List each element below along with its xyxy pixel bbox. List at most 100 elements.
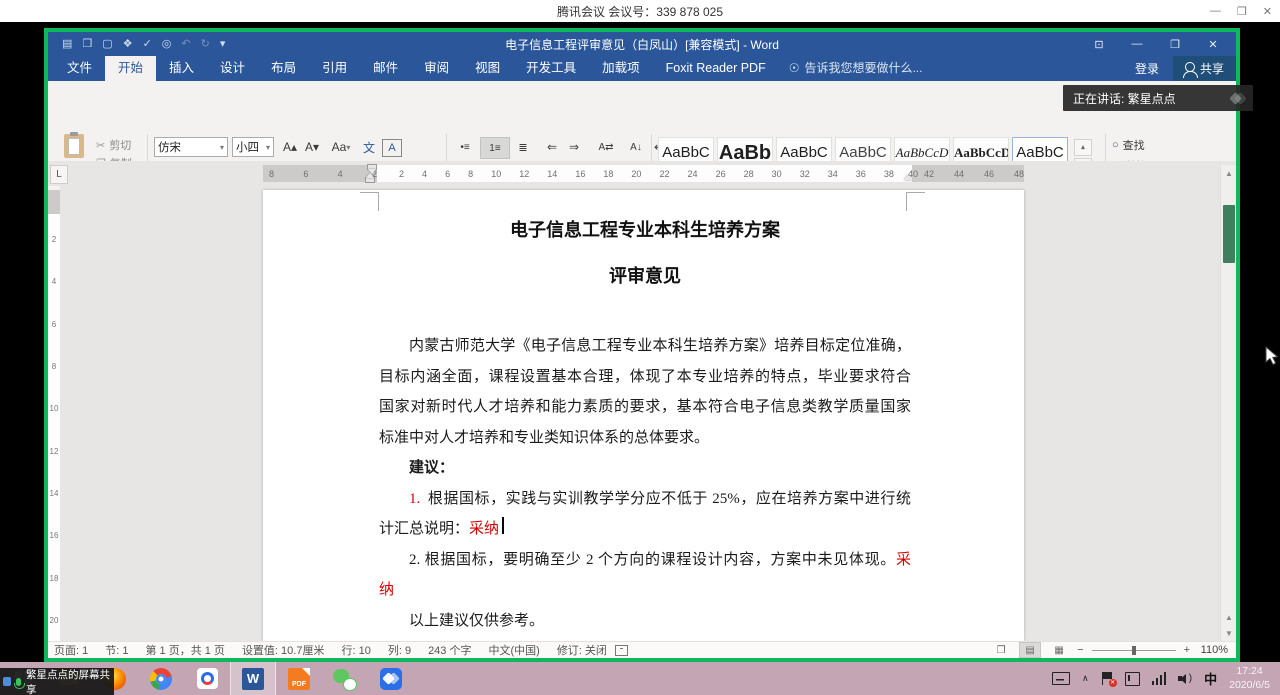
vertical-ruler-margin xyxy=(48,190,60,214)
number-list-icon[interactable]: 1≡ xyxy=(480,137,510,159)
zoom-out-icon[interactable]: − xyxy=(1077,644,1083,656)
doc-body[interactable]: 内蒙古师范大学《电子信息工程专业本科生培养方案》培养目标定位准确， 目标内涵全面… xyxy=(379,331,911,636)
word-titlebar: ▤ ❒ ▢ ❖ ✓ ◎ ↶ ↻ ▾ 电子信息工程评审意见（白凤山）[兼容模式] … xyxy=(48,32,1236,56)
asian-layout-icon[interactable]: A⇄ xyxy=(592,137,620,157)
customize-qat-icon[interactable]: ▾ xyxy=(220,32,226,56)
taskbar-app-wechat[interactable] xyxy=(322,662,368,695)
alert-badge: ✕ xyxy=(1109,679,1117,687)
ribbon-tab[interactable]: 开始 xyxy=(105,56,156,81)
right-indent-marker[interactable] xyxy=(904,175,912,180)
undo-icon[interactable]: ↶ xyxy=(181,32,190,56)
shrink-font-button[interactable]: A▾ xyxy=(302,137,322,157)
character-border-button[interactable]: A xyxy=(382,139,402,157)
zoom-level[interactable]: 110% xyxy=(1198,644,1228,656)
status-item[interactable]: 修订: 关闭 xyxy=(557,642,607,658)
maximize-icon[interactable]: ❐ xyxy=(1237,5,1247,18)
find-label: 查找 xyxy=(1123,137,1145,153)
print-layout-icon[interactable]: ▤ xyxy=(1019,642,1041,658)
ribbon-tab[interactable]: 引用 xyxy=(309,56,360,81)
ribbon-tab[interactable]: Foxit Reader PDF xyxy=(653,56,779,81)
ribbon-tab[interactable]: 邮件 xyxy=(360,56,411,81)
redo-icon[interactable]: ↻ xyxy=(201,32,210,56)
find-button[interactable]: ○ 查找 xyxy=(1112,137,1145,153)
prev-page-icon[interactable]: ▲ xyxy=(1221,609,1237,625)
tencent-meeting-logo-icon xyxy=(1231,94,1245,103)
zoom-slider-thumb[interactable] xyxy=(1132,646,1136,655)
multilevel-list-icon[interactable]: ≣ xyxy=(512,137,534,157)
tray-clock[interactable]: 17:24 2020/6/5 xyxy=(1229,665,1270,692)
status-item[interactable]: 中文(中国) xyxy=(488,642,539,658)
status-item[interactable]: 第 1 页，共 1 页 xyxy=(145,642,224,658)
web-layout-icon[interactable]: ▦ xyxy=(1049,643,1069,657)
ribbon-tab[interactable]: 设计 xyxy=(207,56,258,81)
taskbar-app-tencent-meeting[interactable] xyxy=(368,662,414,695)
minimize-icon[interactable]: — xyxy=(1210,5,1221,17)
doc-line: 国家对新时代人才培养和能力素质的要求，基本符合电子信息类教学质量国家 xyxy=(379,392,911,423)
tab-selector[interactable]: L xyxy=(50,165,68,184)
speaker-icon[interactable]: ) xyxy=(1178,673,1192,685)
spelling-icon[interactable]: ✓ xyxy=(143,32,152,56)
zoom-in-icon[interactable]: + xyxy=(1184,644,1190,656)
bullet-list-icon[interactable]: •≡ xyxy=(454,137,476,157)
zoom-slider[interactable] xyxy=(1092,650,1176,651)
status-item[interactable]: 243 个字 xyxy=(428,642,471,658)
touch-mode-icon[interactable]: ❖ xyxy=(123,32,133,56)
change-case-button[interactable]: Aa▾ xyxy=(328,137,354,157)
taskbar-app-baidu-netdisk[interactable] xyxy=(184,662,230,695)
sign-in-button[interactable]: 登录 xyxy=(1135,60,1159,77)
ribbon-tab[interactable]: 文件 xyxy=(54,56,105,81)
ribbon-tab[interactable]: 开发工具 xyxy=(513,56,589,81)
scroll-up-icon[interactable]: ▲ xyxy=(1221,165,1237,181)
ribbon-tab[interactable]: 视图 xyxy=(462,56,513,81)
cut-button[interactable]: ✂ 剪切 xyxy=(96,137,131,153)
grow-font-button[interactable]: A▴ xyxy=(280,137,300,157)
taskbar-app-foxit-pdf[interactable]: PDF xyxy=(276,662,322,695)
decrease-indent-icon[interactable]: ⇐ xyxy=(542,137,562,157)
network-signal-icon[interactable] xyxy=(1152,672,1167,685)
horizontal-ruler[interactable]: 8642 2468101214161820222426283032343638 … xyxy=(263,165,1024,182)
phonetic-guide-button[interactable]: 文 xyxy=(360,137,378,157)
taskbar-app-word-active[interactable]: W xyxy=(230,662,276,695)
status-item[interactable]: 列: 9 xyxy=(388,642,411,658)
tell-me-box[interactable]: ☉ 告诉我您想要做什么... xyxy=(789,56,923,81)
close-icon[interactable]: ✕ xyxy=(1263,5,1272,18)
increase-indent-icon[interactable]: ⇒ xyxy=(564,137,584,157)
status-item[interactable]: 行: 10 xyxy=(341,642,370,658)
word-restore-icon[interactable]: ❐ xyxy=(1156,32,1194,56)
vertical-ruler[interactable]: 2468101214161820 xyxy=(48,190,60,641)
device-settings-icon[interactable] xyxy=(1125,672,1140,686)
status-item[interactable]: 页面: 1 xyxy=(54,642,88,658)
styles-scroll-up-icon[interactable]: ▾ xyxy=(1074,139,1092,156)
font-size-combo[interactable]: 小四 ▾ xyxy=(232,137,274,157)
vertical-scrollbar[interactable]: ▲ ▲ ▼ xyxy=(1220,165,1236,641)
ime-indicator[interactable]: 中 xyxy=(1204,669,1217,688)
print-preview-icon[interactable]: ◎ xyxy=(162,32,172,56)
read-mode-icon[interactable]: ❒ xyxy=(991,643,1011,657)
ribbon-tab[interactable]: 插入 xyxy=(156,56,207,81)
ribbon-tab[interactable]: 布局 xyxy=(258,56,309,81)
next-page-icon[interactable]: ▼ xyxy=(1221,625,1237,641)
new-doc-icon[interactable]: ▢ xyxy=(102,32,112,56)
macro-record-icon[interactable] xyxy=(615,645,628,656)
open-icon[interactable]: ❒ xyxy=(82,32,92,56)
sort-icon[interactable]: A↓ xyxy=(624,137,648,157)
share-button[interactable]: 共享 xyxy=(1173,56,1236,81)
touch-keyboard-icon[interactable] xyxy=(1052,672,1070,685)
word-minimize-icon[interactable]: — xyxy=(1118,32,1156,56)
scrollbar-thumb[interactable] xyxy=(1223,205,1235,263)
font-name-combo[interactable]: 仿宋 ▾ xyxy=(154,137,228,157)
suggestion1-number: 1. xyxy=(409,491,420,507)
word-close-icon[interactable]: ✕ xyxy=(1194,32,1232,56)
save-icon[interactable]: ▤ xyxy=(62,32,72,56)
ribbon-display-icon[interactable]: ⊡ xyxy=(1080,32,1118,56)
document-page[interactable]: 电子信息工程专业本科生培养方案 评审意见 内蒙古师范大学《电子信息工程专业本科生… xyxy=(263,190,1024,641)
action-center-flag-icon[interactable]: ✕ xyxy=(1101,672,1113,685)
status-item[interactable]: 节: 1 xyxy=(105,642,128,658)
ribbon-tab[interactable]: 加载项 xyxy=(589,56,653,81)
quick-access-toolbar: ▤ ❒ ▢ ❖ ✓ ◎ ↶ ↻ ▾ xyxy=(48,32,225,56)
status-item[interactable]: 设置值: 10.7厘米 xyxy=(242,642,325,658)
taskbar-app-chrome[interactable] xyxy=(138,662,184,695)
ribbon-tab[interactable]: 审阅 xyxy=(411,56,462,81)
left-indent-marker[interactable] xyxy=(366,173,374,182)
hidden-icons-chevron-icon[interactable]: ∧ xyxy=(1082,673,1089,684)
